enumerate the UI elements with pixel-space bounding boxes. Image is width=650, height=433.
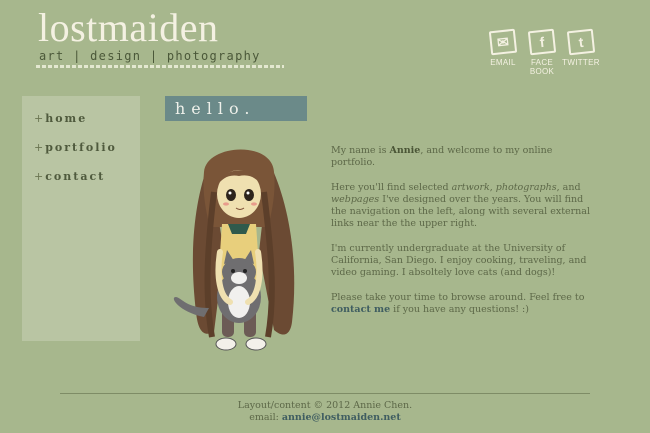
contact-me-link[interactable]: contact me	[331, 304, 390, 315]
footer: Layout/content © 2012 Annie Chen. email:…	[0, 400, 650, 424]
footer-copyright: Layout/content © 2012 Annie Chen.	[237, 400, 413, 411]
intro-paragraph-2: Here you'll find selected artwork, photo…	[331, 182, 590, 229]
twitter-icon: t	[566, 28, 596, 56]
intro-paragraph-1: My name is Annie, and welcome to my onli…	[331, 145, 553, 168]
intro-paragraph-4: Please take your time to browse around. …	[331, 292, 585, 315]
nav-item-contact-label: contact	[45, 170, 106, 183]
intro-paragraph-3: I'm currently undergraduate at the Unive…	[331, 243, 587, 278]
nav-plus: +	[34, 112, 46, 125]
nav-item-contact[interactable]: +contact	[34, 170, 105, 183]
nav-item-home-label: home	[45, 112, 88, 125]
facebook-icon: f	[527, 28, 557, 56]
logo-underline	[36, 65, 284, 68]
intro-text: My name is Annie, and welcome to my onli…	[331, 145, 593, 329]
footer-email-link[interactable]: annie@lostmaiden.net	[282, 412, 401, 423]
sidebar-nav: +home +portfolio +contact	[22, 96, 140, 341]
social-email-label: EMAIL	[490, 58, 516, 67]
site-logo-title[interactable]: lostmaiden	[38, 6, 219, 50]
author-name: Annie	[389, 145, 421, 156]
portrait-illustration	[173, 149, 295, 351]
site-tagline: art | design | photography	[39, 49, 261, 63]
social-twitter-link[interactable]: t TWITTER	[561, 28, 601, 67]
social-facebook-label: FACE BOOK	[529, 58, 555, 76]
footer-divider	[60, 393, 590, 394]
footer-email-line: email: annie@lostmaiden.net	[249, 412, 401, 423]
nav-item-portfolio[interactable]: +portfolio	[34, 141, 117, 154]
page-heading: hello.	[165, 96, 307, 121]
social-facebook-link[interactable]: f FACE BOOK	[522, 28, 562, 76]
nav-item-home[interactable]: +home	[34, 112, 87, 125]
social-twitter-label: TWITTER	[562, 58, 600, 67]
nav-item-portfolio-label: portfolio	[45, 141, 117, 154]
email-icon: ✉	[488, 28, 518, 56]
nav-plus: +	[34, 141, 46, 154]
social-email-link[interactable]: ✉ EMAIL	[483, 28, 523, 67]
nav-plus: +	[34, 170, 46, 183]
